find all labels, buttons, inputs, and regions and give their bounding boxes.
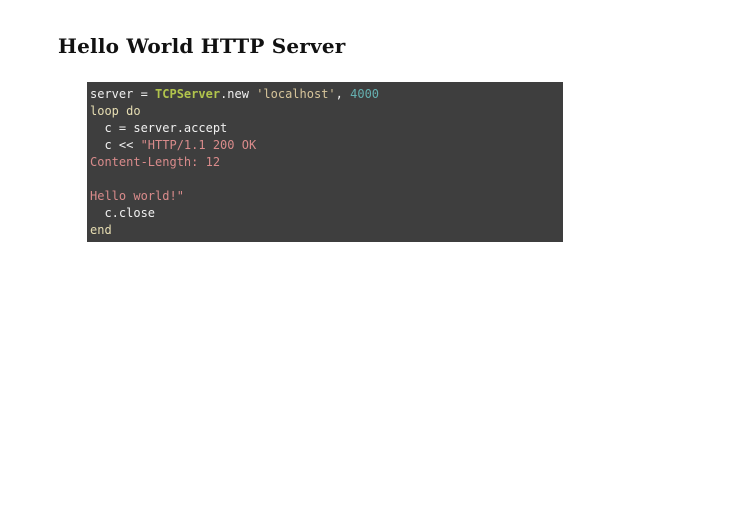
code-token-plain: c = server.accept	[90, 121, 228, 135]
code-token-plain: ,	[335, 87, 351, 101]
page: Hello World HTTP Server server = TCPServ…	[0, 0, 748, 529]
code-token-string_double: "HTTP/1.1 200 OK	[140, 138, 257, 152]
code-token-plain: server =	[90, 87, 156, 101]
code-line: Hello world!"	[90, 188, 559, 205]
code-token-string_single: 'localhost'	[256, 87, 336, 101]
code-line: server = TCPServer.new 'localhost', 4000	[90, 86, 559, 103]
code-token-plain: c.close	[90, 206, 156, 220]
code-token-number: 4000	[350, 87, 380, 101]
code-token-plain: .new	[220, 87, 257, 101]
code-block: server = TCPServer.new 'localhost', 4000…	[87, 82, 563, 242]
code-line: c = server.accept	[90, 120, 559, 137]
code-token-class: TCPServer	[155, 87, 221, 101]
code-token-plain: c <<	[90, 138, 141, 152]
code-token-keyword: end	[90, 223, 112, 237]
code-line: end	[90, 222, 559, 239]
code-line: loop do	[90, 103, 559, 120]
code-token-string_double: Hello world!"	[90, 189, 184, 203]
code-line: c.close	[90, 205, 559, 222]
code-line: c << "HTTP/1.1 200 OK	[90, 137, 559, 154]
page-title: Hello World HTTP Server	[58, 34, 346, 58]
code-line: Content-Length: 12	[90, 154, 559, 171]
code-token-string_double: Content-Length: 12	[90, 155, 221, 169]
code-token-keyword: loop do	[90, 104, 141, 118]
